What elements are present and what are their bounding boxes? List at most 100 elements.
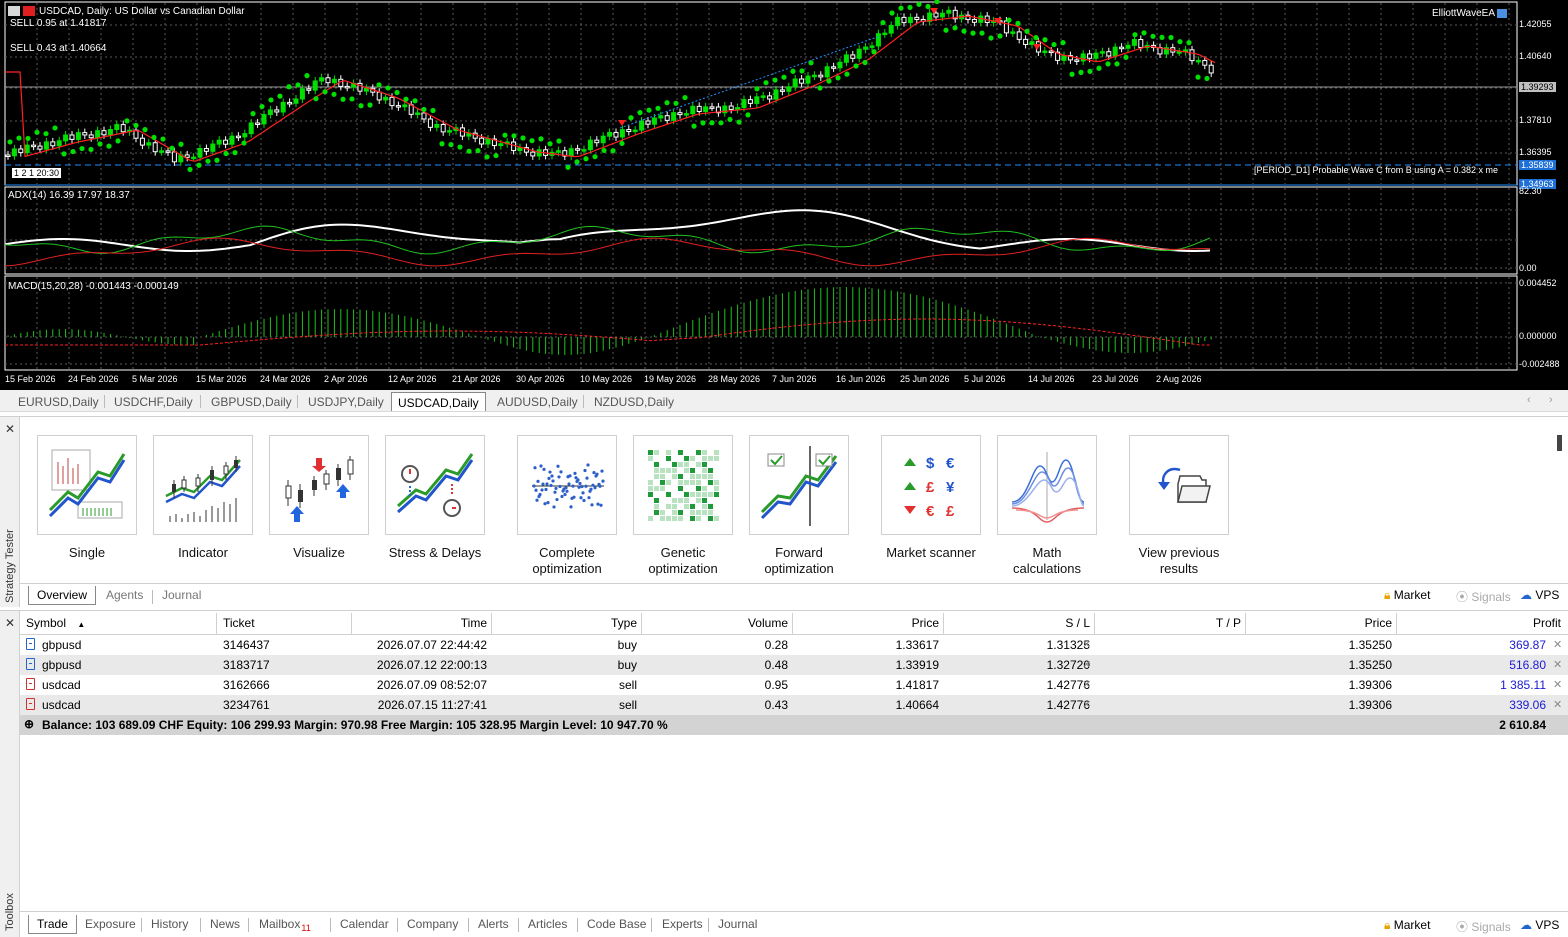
mode-single[interactable]: Single [37,435,137,561]
tab-overview[interactable]: Overview [28,586,97,605]
chart-tab-eurusd[interactable]: EURUSD,Daily [12,392,105,411]
mode-math-calculations[interactable]: Math calculations [997,435,1097,577]
price-chart[interactable]: USDCAD, Daily: US Dollar vs Canadian Dol… [0,0,1568,390]
tab-alerts[interactable]: Alerts [470,915,517,933]
tab-journal[interactable]: Journal [154,586,209,604]
close-icon[interactable]: ✕ [5,422,15,436]
date-tick: 25 Jun 2026 [900,374,950,384]
expand-plus-icon[interactable]: ⊕ [24,717,34,731]
remove-sl-icon[interactable]: ✕ [1082,638,1091,651]
candle-body [479,137,485,145]
mode-forward-optimization[interactable]: Forward optimization [749,435,849,577]
tabs-scroll-left-icon[interactable]: ‹ [1527,394,1531,406]
chart-tab-usdcad[interactable]: USDCAD,Daily [391,392,486,411]
date-tick: 21 Apr 2026 [452,374,501,384]
col-sl[interactable]: S / L [943,616,1090,630]
chart-canvas[interactable] [0,0,1568,390]
col-price[interactable]: Price [792,616,939,630]
close-position-icon[interactable]: ✕ [1553,658,1562,671]
signals-link[interactable]: ⦿ Signals [1456,588,1511,605]
chart-tab-gbpusd[interactable]: GBPUSD,Daily [205,392,298,411]
tab-agents[interactable]: Agents [98,586,151,604]
tab-journal[interactable]: Journal [710,915,765,933]
indicator-dot [349,96,355,102]
bid-price-tag: 1.39293 [1519,82,1556,92]
remove-sl-icon[interactable]: ✕ [1082,658,1091,671]
table-row[interactable]: usdcad 3234761 2026.07.15 11:27:41 sell 0.43… [20,695,1568,715]
chart-tab-usdjpy[interactable]: USDJPY,Daily [302,392,390,411]
candle-body [402,104,408,108]
tab-articles[interactable]: Articles [520,915,575,933]
remove-sl-icon[interactable]: ✕ [1082,698,1091,711]
chart-tab-nzdusd[interactable]: NZDUSD,Daily [588,392,680,411]
vps-link[interactable]: ☁ VPS [1520,918,1559,932]
tab-company[interactable]: Company [399,915,466,933]
math-calculations-icon [997,435,1097,535]
expert-advisor-name[interactable]: ElliottWaveEA [1432,8,1508,19]
tabs-scroll-right-icon[interactable]: › [1549,394,1553,406]
indicator-dot [448,142,454,148]
remove-sl-icon[interactable]: ✕ [1082,678,1091,691]
candle-body [498,143,504,147]
profit-cell: 339.06 [1509,698,1546,712]
chart-tab-audusd[interactable]: AUDUSD,Daily [491,392,584,411]
vps-link[interactable]: ☁ VPS [1520,588,1559,602]
col-time[interactable]: Time [351,616,487,630]
date-tick: 2 Apr 2026 [324,374,368,384]
indicator-dot [835,75,841,81]
table-row[interactable]: gbpusd 3146437 2026.07.07 22:44:42 buy 0.28 1… [20,635,1568,655]
strategy-tester-panel: ✕ Strategy Tester Single Indicator Visua… [0,416,1568,607]
mode-complete-optimization[interactable]: Complete optimization [517,435,617,577]
symbol-cell: gbpusd [42,658,82,672]
col-type[interactable]: Type [491,616,637,630]
scrollbar-thumb[interactable] [1557,435,1562,451]
col-volume[interactable]: Volume [641,616,788,630]
tab-mailbox[interactable]: Mailbox11 [251,915,319,935]
mode-stress-delays[interactable]: Stress & Delays [385,435,485,561]
date-tick: 7 Jun 2026 [772,374,817,384]
indicator-dot [772,77,778,83]
candle-body [632,129,638,133]
signals-link[interactable]: ⦿ Signals [1456,918,1511,935]
tab-trade[interactable]: Trade [28,915,77,934]
col-profit[interactable]: Profit [1396,616,1561,630]
candle-body [799,78,805,84]
close-position-icon[interactable]: ✕ [1553,678,1562,691]
candle-body [69,134,75,140]
indicator-dot [1006,17,1012,23]
market-link[interactable]: 🔒︎ Market [1384,588,1430,603]
close-position-icon[interactable]: ✕ [1553,698,1562,711]
col-current-price[interactable]: Price [1245,616,1392,630]
tab-news[interactable]: News [202,915,248,933]
mode-view-previous-results[interactable]: View previous results [1129,435,1229,577]
mode-genetic-optimization[interactable]: Genetic optimization [633,435,733,577]
tab-history[interactable]: History [143,915,196,933]
candle-body [850,54,856,59]
indicator-dot [1042,37,1048,43]
tab-exposure[interactable]: Exposure [77,915,144,933]
close-icon[interactable]: ✕ [5,616,15,630]
col-symbol[interactable]: Symbol ▲ [26,616,85,630]
table-row[interactable]: usdcad 3162666 2026.07.09 08:52:07 sell 0.95… [20,675,1568,695]
candle-body [1042,50,1048,54]
candle-body [907,16,913,24]
col-tp[interactable]: T / P [1094,616,1241,630]
market-link[interactable]: 🔒︎ Market [1384,918,1430,933]
tab-calendar[interactable]: Calendar [332,915,397,933]
mode-market-scanner[interactable]: $ € £ ¥ € £ Market scanner [881,435,981,561]
current-cell: 1.39306 [1348,698,1392,712]
indicator-dot [601,147,607,154]
candle-body [645,120,651,125]
table-row[interactable]: gbpusd 3183717 2026.07.12 22:00:13 buy 0.48 1… [20,655,1568,675]
tab-code-base[interactable]: Code Base [579,915,654,933]
close-position-icon[interactable]: ✕ [1553,638,1562,651]
chart-tab-usdchf[interactable]: USDCHF,Daily [108,392,199,411]
col-ticket[interactable]: Ticket [223,616,255,630]
indicator-dot [421,106,427,113]
mode-indicator[interactable]: Indicator [153,435,253,561]
tab-experts[interactable]: Experts [654,915,711,933]
mode-visualize[interactable]: Visualize [269,435,369,561]
sl-cell: 1.42776 [1046,678,1090,692]
indicator-dot [304,73,310,79]
indicator-dot [259,103,265,110]
